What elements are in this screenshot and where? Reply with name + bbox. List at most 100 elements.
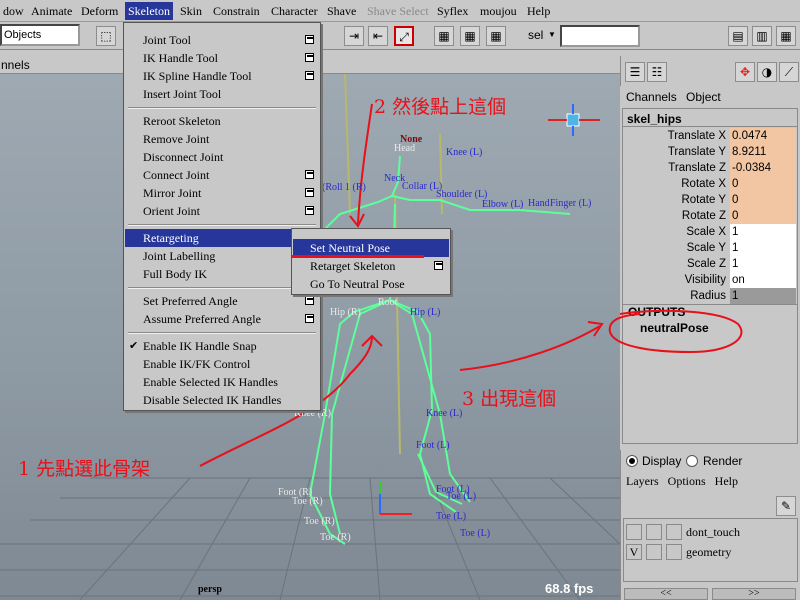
quick-select-input[interactable] [560,25,640,47]
channel-value[interactable]: 0 [730,192,796,208]
channel-value[interactable]: 1 [730,224,796,240]
channel-row-translate-z[interactable]: Translate Z -0.0384 [622,160,796,176]
channel-row-rotate-y[interactable]: Rotate Y 0 [622,192,796,208]
menu-deform[interactable]: Deform [78,2,121,20]
menu-enable-ik-handle-snap[interactable]: ✔ Enable IK Handle Snap [125,337,320,355]
layer-type-toggle[interactable] [646,524,662,540]
render-globals-icon[interactable]: ▦ [486,26,506,46]
fps-readout: 68.8 fps [545,581,594,596]
menu-channels[interactable]: Channels [626,90,677,104]
channel-value[interactable]: 8.9211 [730,144,796,160]
channel-row-rotate-z[interactable]: Rotate Z 0 [622,208,796,224]
menu-character[interactable]: Character [268,2,321,20]
menu-enable-ikfk-control[interactable]: Enable IK/FK Control [125,355,320,373]
node-name[interactable]: skel_hips [627,112,682,126]
option-box-icon[interactable] [305,170,314,179]
option-box-icon[interactable] [305,206,314,215]
snap-together-icon[interactable]: ⤢ [394,26,414,46]
menu-animate[interactable]: Animate [28,2,75,20]
layer-color-swatch[interactable] [666,524,682,540]
menu-options[interactable]: Options [668,474,706,488]
channel-row-rotate-x[interactable]: Rotate X 0 [622,176,796,192]
channel-box-list-icon[interactable]: ☷ [647,62,667,82]
channel-value[interactable]: 1 [730,256,796,272]
menu-window[interactable]: dow [0,2,27,20]
layer-type-toggle[interactable] [646,544,662,560]
menu-skeleton[interactable]: Skeleton [125,2,173,20]
menu-ik-spline-handle-tool[interactable]: IK Spline Handle Tool [125,67,320,85]
render-icon[interactable]: ▦ [434,26,454,46]
option-box-icon[interactable] [305,71,314,80]
channel-box-layout-icon[interactable]: ☰ [625,62,645,82]
menu-constrain[interactable]: Constrain [210,2,263,20]
mode-dropdown[interactable]: Objects [0,24,80,46]
channel-value[interactable]: 0 [730,208,796,224]
option-box-icon[interactable] [434,261,443,270]
menu-mirror-joint[interactable]: Mirror Joint [125,184,320,202]
export-icon[interactable]: ⇤ [368,26,388,46]
menu-shave[interactable]: Shave [324,2,359,20]
menu-entry-label: Joint Tool [143,33,191,47]
select-by-hierarchy-icon[interactable]: ⬚ [96,26,116,46]
layer-row-geometry[interactable]: V geometry [624,542,798,562]
channel-row-scale-y[interactable]: Scale Y 1 [622,240,796,256]
shading-icon[interactable]: ◑ [757,62,777,82]
menu-enable-selected-ik-handles[interactable]: Enable Selected IK Handles [125,373,320,391]
quick-select-label[interactable]: sel [528,28,543,42]
menu-remove-joint[interactable]: Remove Joint [125,130,320,148]
channel-row-visibility[interactable]: Visibility on [622,272,796,288]
layer-visibility-toggle[interactable] [626,524,642,540]
menu-moujou[interactable]: moujou [477,2,520,20]
layer-color-swatch[interactable] [666,544,682,560]
option-box-icon[interactable] [305,35,314,44]
layer-visibility-toggle[interactable]: V [626,544,642,560]
layer-next-button[interactable]: >> [712,588,796,600]
layer-row-dont-touch[interactable]: dont_touch [624,522,798,542]
menu-go-to-neutral-pose[interactable]: Go To Neutral Pose [293,275,449,293]
channel-value[interactable]: 1 [730,240,796,256]
menu-disable-selected-ik-handles[interactable]: Disable Selected IK Handles [125,391,320,409]
layer-prev-button[interactable]: << [624,588,708,600]
chevron-down-icon[interactable]: ▼ [548,30,556,39]
menu-orient-joint[interactable]: Orient Joint [125,202,320,220]
channel-box-icon[interactable]: ▦ [776,26,796,46]
channel-value[interactable]: -0.0384 [730,160,796,176]
menu-object[interactable]: Object [686,90,721,104]
menu-help[interactable]: Help [524,2,553,20]
menu-disconnect-joint[interactable]: Disconnect Joint [125,148,320,166]
display-radio[interactable] [626,455,638,467]
create-layer-icon[interactable]: ✎ [776,496,796,516]
option-box-icon[interactable] [305,296,314,305]
channel-value[interactable]: 0.0474 [730,128,796,144]
menu-skin[interactable]: Skin [177,2,205,20]
ipr-render-icon[interactable]: ▦ [460,26,480,46]
isolate-icon[interactable]: ⟋ [779,62,799,82]
manipulator-icon[interactable]: ✥ [735,62,755,82]
option-box-icon[interactable] [305,188,314,197]
channel-row-radius[interactable]: Radius 1 [622,288,796,304]
menu-retarget-skeleton[interactable]: Retarget Skeleton [293,257,449,275]
menu-connect-joint[interactable]: Connect Joint [125,166,320,184]
option-box-icon[interactable] [305,314,314,323]
channel-row-translate-x[interactable]: Translate X 0.0474 [622,128,796,144]
tool-settings-icon[interactable]: ▥ [752,26,772,46]
channel-value[interactable]: on [730,272,796,288]
channel-value[interactable]: 1 [730,288,796,304]
menu-insert-joint-tool[interactable]: Insert Joint Tool [125,85,320,103]
menu-ik-handle-tool[interactable]: IK Handle Tool [125,49,320,67]
menu-help[interactable]: Help [715,474,738,488]
option-box-icon[interactable] [305,53,314,62]
channel-row-scale-x[interactable]: Scale X 1 [622,224,796,240]
render-radio[interactable] [686,455,698,467]
menu-joint-tool[interactable]: Joint Tool [125,31,320,49]
menu-assume-preferred-angle[interactable]: Assume Preferred Angle [125,310,320,328]
channel-row-scale-z[interactable]: Scale Z 1 [622,256,796,272]
channel-value[interactable]: 0 [730,176,796,192]
import-icon[interactable]: ⇥ [344,26,364,46]
menu-syflex[interactable]: Syflex [434,2,471,20]
menu-layers[interactable]: Layers [626,474,659,488]
menu-entry-label: Orient Joint [143,204,200,218]
channel-row-translate-y[interactable]: Translate Y 8.9211 [622,144,796,160]
attribute-editor-icon[interactable]: ▤ [728,26,748,46]
menu-reroot-skeleton[interactable]: Reroot Skeleton [125,112,320,130]
